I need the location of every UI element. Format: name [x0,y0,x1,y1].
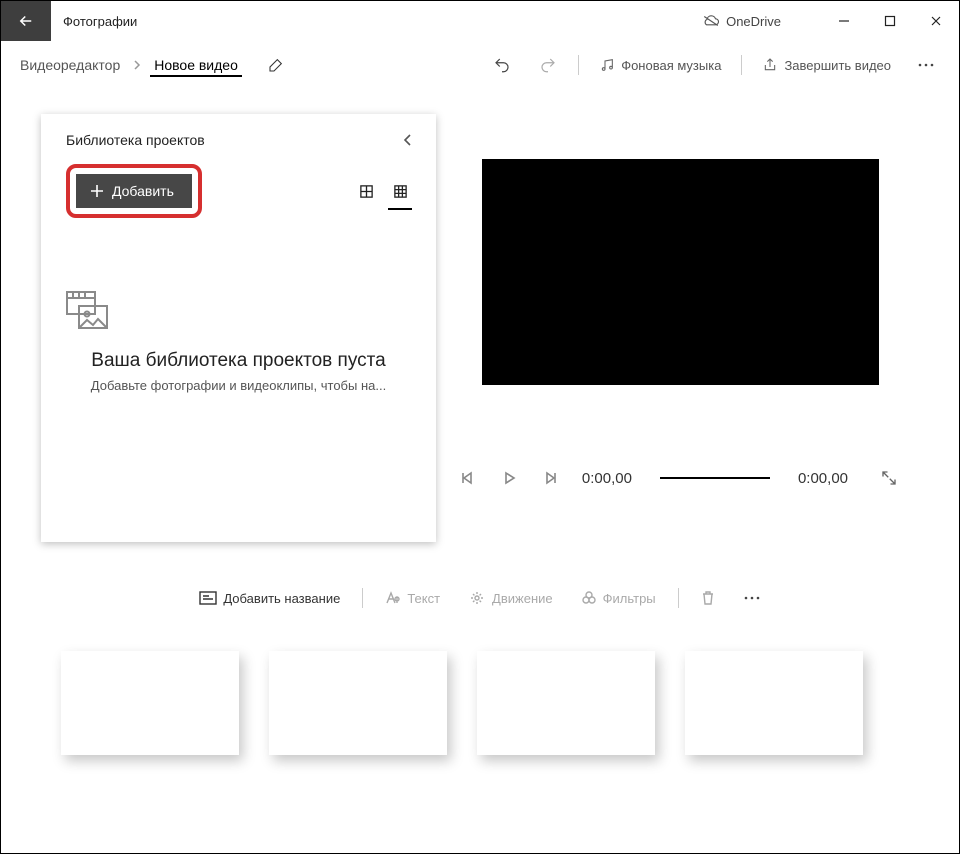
storyboard-slot[interactable] [61,651,239,755]
redo-button[interactable] [532,52,564,78]
text-button: Текст [379,587,446,610]
finish-video-button[interactable]: Завершить видео [756,53,897,77]
storyboard-slot[interactable] [269,651,447,755]
motion-button: Движение [462,587,559,610]
onedrive-button[interactable]: OneDrive [702,14,781,29]
player-controls: 0:00,00 0:00,00 [459,469,899,487]
project-library-panel: Библиотека проектов Добавить [41,114,436,542]
window-minimize-button[interactable] [821,1,867,41]
storyboard-slot[interactable] [477,651,655,755]
fullscreen-button[interactable] [880,469,899,487]
background-music-label: Фоновая музыка [621,58,721,73]
finish-video-label: Завершить видео [784,58,891,73]
filters-button: Фильтры [575,586,662,610]
next-frame-button[interactable] [541,470,560,486]
breadcrumb-item-editor[interactable]: Видеоредактор [16,53,124,77]
music-icon [599,57,615,73]
export-icon [762,57,778,73]
add-title-card-button[interactable]: Добавить название [193,587,346,610]
add-media-button[interactable]: Добавить [76,174,192,208]
annotation-highlight: Добавить [66,164,202,218]
rename-button[interactable] [268,57,284,73]
empty-library-title: Ваша библиотека проектов пуста [63,350,414,372]
app-title: Фотографии [63,14,137,29]
window-close-button[interactable] [913,1,959,41]
separator [741,55,742,75]
separator [362,588,363,608]
view-large-icons-button[interactable] [352,177,380,205]
more-button[interactable] [911,58,941,72]
empty-library-subtitle: Добавьте фотографии и видеоклипы, чтобы … [63,378,414,393]
back-button[interactable] [1,1,51,41]
storyboard-more-button[interactable] [737,591,767,605]
video-preview [482,159,879,385]
cloud-off-icon [702,14,720,28]
empty-library-icon [63,288,414,332]
prev-frame-button[interactable] [459,470,478,486]
player-total-time: 0:00,00 [798,470,848,487]
storyboard-slot[interactable] [685,651,863,755]
add-media-label: Добавить [112,183,174,199]
player-current-time: 0:00,00 [582,470,632,487]
separator [578,55,579,75]
view-small-icons-button[interactable] [386,177,414,205]
play-button[interactable] [500,470,519,486]
text-icon [385,591,401,605]
storyboard [1,621,959,821]
collapse-library-button[interactable] [402,132,414,148]
motion-icon [468,591,486,605]
trash-icon [701,590,715,606]
onedrive-label: OneDrive [726,14,781,29]
text-label: Текст [407,591,440,606]
breadcrumb-item-project[interactable]: Новое видео [150,53,242,77]
plus-icon [90,184,104,198]
background-music-button[interactable]: Фоновая музыка [593,53,727,77]
title-card-icon [199,591,217,605]
filters-icon [581,590,597,606]
delete-button [695,586,721,610]
player-progress-track[interactable] [660,477,770,479]
chevron-right-icon [132,59,142,71]
add-title-card-label: Добавить название [223,591,340,606]
motion-label: Движение [492,591,553,606]
filters-label: Фильтры [603,591,656,606]
separator [678,588,679,608]
library-title: Библиотека проектов [66,132,205,148]
undo-button[interactable] [486,52,518,78]
window-maximize-button[interactable] [867,1,913,41]
